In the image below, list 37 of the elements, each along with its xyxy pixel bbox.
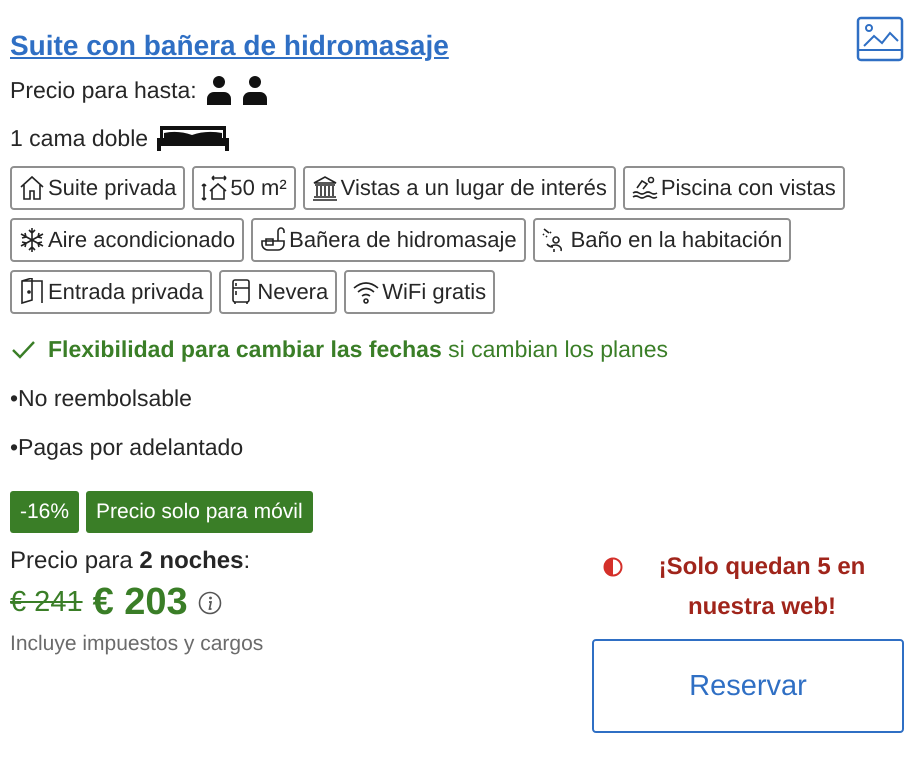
current-price: € 203	[92, 581, 188, 624]
facility-tag: Vistas a un lugar de interés	[302, 166, 616, 210]
facility-tag: Entrada privada	[10, 270, 212, 314]
taxes-note: Incluye impuestos y cargos	[10, 632, 264, 656]
house-icon	[18, 174, 46, 202]
facility-tag: Aire acondicionado	[10, 218, 244, 262]
facility-tag: 50 m²	[192, 166, 296, 210]
condition-text: •Pagas por adelantado	[10, 434, 244, 461]
two-persons-icon	[204, 75, 269, 105]
facility-tag: Suite privada	[10, 166, 186, 210]
area-icon	[200, 174, 228, 202]
deal-badge: Precio solo para móvil	[86, 491, 313, 533]
facility-tag: Piscina con vistas	[622, 166, 845, 210]
flexibility-text: Flexibilidad para cambiar las fechas si cambian los planes	[48, 336, 668, 363]
facility-tag: Bañera de hidromasaje	[251, 218, 526, 262]
room-title-link[interactable]: Suite con bañera de hidromasaje	[10, 30, 449, 62]
deal-badge: -16%	[10, 491, 80, 533]
guests-label: Precio para hasta:	[10, 76, 197, 104]
bathtub-icon	[259, 226, 288, 254]
facility-tag: WiFi gratis	[344, 270, 496, 314]
availability-text: ¡Solo quedan 5 en nuestra web!	[658, 552, 866, 622]
facility-tag: Baño en la habitación	[532, 218, 792, 262]
door-icon	[18, 278, 46, 306]
half-circle-icon	[603, 557, 623, 577]
reserve-button[interactable]: Reservar	[592, 639, 904, 733]
old-price: € 241	[10, 586, 83, 619]
swimmer-icon	[630, 174, 659, 202]
facility-tag: Nevera	[219, 270, 338, 314]
info-icon[interactable]	[198, 590, 222, 614]
building-icon	[310, 174, 339, 202]
bed-icon	[156, 125, 230, 151]
price-label: Precio para 2 noches:	[10, 547, 252, 575]
bed-label: 1 cama doble	[10, 124, 148, 152]
condition-text: •No reembolsable	[10, 385, 193, 412]
snowflake-icon	[18, 226, 46, 254]
image-icon[interactable]	[856, 16, 904, 62]
check-icon	[10, 338, 36, 360]
